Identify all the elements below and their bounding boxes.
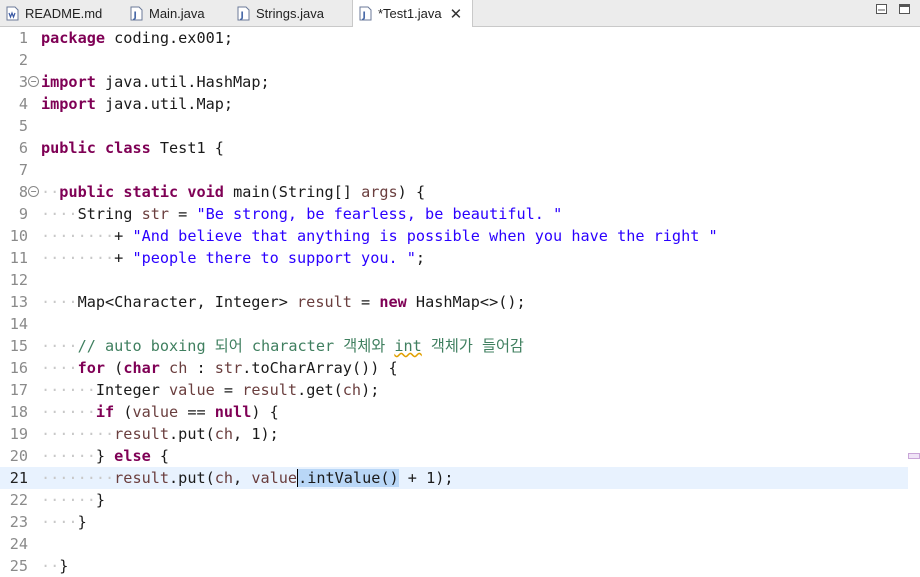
line-number: 20 xyxy=(9,447,28,465)
code-line: 1 package coding.ex001; xyxy=(0,27,920,49)
code-line: 10 ········+ "And believe that anything i… xyxy=(0,225,920,247)
code-editor[interactable]: 1 package coding.ex001; 2 3− import java.u… xyxy=(0,27,920,575)
code-line: 18 ······if (value == null) { xyxy=(0,401,920,423)
tab-test1-java[interactable]: J *Test1.java ✕ xyxy=(352,0,474,27)
svg-text:J: J xyxy=(362,11,366,21)
line-number: 22 xyxy=(9,491,28,509)
close-tab-icon[interactable]: ✕ xyxy=(450,5,463,23)
code-line: 20 ······} else { xyxy=(0,445,920,467)
tab-readme[interactable]: README.md xyxy=(6,0,102,26)
line-number: 19 xyxy=(9,425,28,443)
line-number: 17 xyxy=(9,381,28,399)
fold-toggle-icon[interactable]: − xyxy=(28,76,39,87)
line-number: 5 xyxy=(18,117,28,135)
code-line: 13 ····Map<Character, Integer> result = n… xyxy=(0,291,920,313)
tab-label: *Test1.java xyxy=(378,6,442,21)
maximize-icon[interactable] xyxy=(899,4,910,14)
code-line: 2 xyxy=(0,49,920,71)
editor-tab-bar: README.md J Main.java J Strings.java J *… xyxy=(0,0,920,27)
markdown-file-icon xyxy=(6,6,19,20)
line-number: 24 xyxy=(9,535,28,553)
line-number: 12 xyxy=(9,271,28,289)
line-number: 16 xyxy=(9,359,28,377)
code-line: 4 import java.util.Map; xyxy=(0,93,920,115)
line-number: 21 xyxy=(9,469,28,487)
tab-strings-java[interactable]: J Strings.java xyxy=(237,0,324,26)
java-file-icon: J xyxy=(237,6,250,21)
line-number: 14 xyxy=(9,315,28,333)
code-line: 12 xyxy=(0,269,920,291)
line-number: 23 xyxy=(9,513,28,531)
line-number: 2 xyxy=(18,51,28,69)
tab-label: Main.java xyxy=(149,5,205,21)
code-line: 17 ······Integer value = result.get(ch); xyxy=(0,379,920,401)
line-number: 1 xyxy=(18,29,28,47)
code-line: 7 xyxy=(0,159,920,181)
svg-text:J: J xyxy=(240,11,244,21)
line-number: 4 xyxy=(18,95,28,113)
overview-ruler-marker[interactable] xyxy=(908,453,920,459)
tab-label: README.md xyxy=(25,5,103,21)
code-line: 11 ········+ "people there to support you… xyxy=(0,247,920,269)
java-file-icon: J xyxy=(359,6,372,21)
code-line: 19 ········result.put(ch, 1); xyxy=(0,423,920,445)
code-line: 16 ····for (char ch : str.toCharArray()) … xyxy=(0,357,920,379)
code-line: 6 public class Test1 { xyxy=(0,137,920,159)
line-number: 10 xyxy=(9,227,28,245)
code-line: 25 ··} xyxy=(0,555,920,577)
line-number: 3 xyxy=(18,73,28,91)
minimize-icon[interactable] xyxy=(876,4,887,14)
line-number: 8 xyxy=(18,183,28,201)
code-line: 5 xyxy=(0,115,920,137)
tab-main-java[interactable]: J Main.java xyxy=(130,0,205,26)
code-line: 3− import java.util.HashMap; xyxy=(0,71,920,93)
line-number: 25 xyxy=(9,557,28,575)
line-number: 11 xyxy=(9,249,28,267)
line-number: 18 xyxy=(9,403,28,421)
fold-toggle-icon[interactable]: − xyxy=(28,186,39,197)
svg-text:J: J xyxy=(133,11,137,21)
line-number: 9 xyxy=(18,205,28,223)
current-code-line: 21 ········result.put(ch, value.intValue(… xyxy=(0,467,908,489)
code-line: 23 ····} xyxy=(0,511,920,533)
tab-label: Strings.java xyxy=(256,5,324,21)
code-line: 14 xyxy=(0,313,920,335)
code-line: 22 ······} xyxy=(0,489,920,511)
code-line: 8− ··public static void main(String[] arg… xyxy=(0,181,920,203)
code-line: 9 ····String str = "Be strong, be fearles… xyxy=(0,203,920,225)
java-file-icon: J xyxy=(130,6,143,21)
code-line: 15 ····// auto boxing 되어 character 객체와 in… xyxy=(0,335,920,357)
line-number: 7 xyxy=(18,161,28,179)
text-selection[interactable]: .intValue() xyxy=(297,469,399,487)
line-number: 6 xyxy=(18,139,28,157)
line-number: 13 xyxy=(9,293,28,311)
line-number: 15 xyxy=(9,337,28,355)
code-line: 24 xyxy=(0,533,920,555)
